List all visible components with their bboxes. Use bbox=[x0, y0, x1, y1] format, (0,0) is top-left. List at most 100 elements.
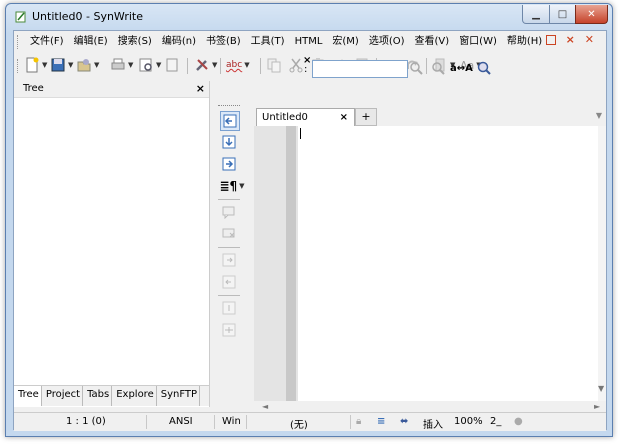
add-tab-button[interactable]: + bbox=[355, 108, 377, 126]
cut-button[interactable] bbox=[288, 56, 304, 74]
wrap-icon[interactable]: ⬌ bbox=[400, 416, 408, 427]
save-button[interactable]: ▼ bbox=[50, 56, 73, 74]
vertical-toolbar: ≣¶ ▼ bbox=[218, 105, 245, 347]
indent-left-button[interactable] bbox=[220, 111, 240, 131]
align-icon[interactable]: ≡ bbox=[377, 416, 385, 427]
find-next-button[interactable] bbox=[408, 59, 424, 77]
status-bar: 1 : 1 (0) ANSI Win (无) 🔒︎ ≡ ⬌ 插入 100% 2_… bbox=[14, 412, 606, 431]
print-preview-icon bbox=[139, 58, 152, 72]
text-caret bbox=[300, 128, 301, 139]
editor-text-area[interactable] bbox=[298, 126, 598, 401]
menu-file[interactable]: 文件(F) bbox=[25, 31, 69, 52]
status-separator bbox=[214, 415, 215, 429]
extra-status: 2_ bbox=[490, 416, 502, 427]
menu-encoding[interactable]: 编码(n) bbox=[157, 31, 201, 52]
line-down-button[interactable] bbox=[220, 299, 238, 317]
pin-icon[interactable]: ✕ bbox=[585, 34, 594, 45]
vertical-scrollbar[interactable]: ▼ bbox=[598, 126, 606, 401]
match-case-icon: a↔A bbox=[450, 62, 473, 74]
menu-window[interactable]: 窗口(W) bbox=[454, 31, 502, 52]
cursor-position: 1 : 1 (0) bbox=[66, 416, 106, 427]
copy-button[interactable] bbox=[266, 56, 282, 74]
tab-dropdown-icon[interactable]: ▼ bbox=[596, 111, 602, 120]
search-input[interactable] bbox=[312, 60, 408, 78]
tools-button[interactable]: ▼ bbox=[194, 56, 217, 74]
zoom-status[interactable]: 100% bbox=[454, 416, 483, 427]
maximize-button[interactable]: □ bbox=[549, 5, 576, 24]
tools-icon bbox=[196, 59, 208, 71]
open-button[interactable]: ▼ bbox=[76, 56, 99, 74]
print-button[interactable]: ▼ bbox=[110, 56, 133, 74]
menu-edit[interactable]: 编辑(E) bbox=[69, 31, 113, 52]
paragraph-button[interactable]: ≣¶ ▼ bbox=[219, 177, 244, 195]
minimize-button[interactable]: ▁ bbox=[522, 5, 550, 24]
indent-left-icon bbox=[223, 114, 237, 128]
main-window: Untitled0 - SynWrite ▁ □ ✕ 文件(F) 编辑(E) 搜… bbox=[5, 3, 613, 437]
match-case-button[interactable]: a↔A bbox=[450, 59, 473, 77]
editor-tab-untitled0[interactable]: Untitled0 × bbox=[256, 108, 355, 126]
tab-synftp[interactable]: SynFTP bbox=[157, 386, 201, 406]
restore-doc-icon[interactable] bbox=[545, 34, 556, 45]
spellcheck-button[interactable]: abc ▼ bbox=[226, 56, 250, 74]
menu-search[interactable]: 搜索(S) bbox=[113, 31, 157, 52]
menu-view[interactable]: 查看(V) bbox=[410, 31, 455, 52]
spellcheck-icon: abc bbox=[226, 60, 243, 70]
encoding-status[interactable]: ANSI bbox=[169, 416, 193, 427]
menu-options[interactable]: 选项(O) bbox=[364, 31, 410, 52]
line-ending-status[interactable]: Win bbox=[222, 416, 241, 427]
scroll-right-icon[interactable]: ► bbox=[594, 402, 600, 411]
doc-button[interactable] bbox=[164, 56, 180, 74]
open-icon bbox=[77, 59, 91, 72]
menu-tools[interactable]: 工具(T) bbox=[246, 31, 290, 52]
fold-margin bbox=[286, 126, 296, 401]
close-doc-icon[interactable]: × bbox=[566, 34, 575, 45]
scroll-left-icon[interactable]: ◄ bbox=[262, 402, 268, 411]
scroll-down-icon[interactable]: ▼ bbox=[598, 384, 604, 393]
tab-project[interactable]: Project bbox=[42, 386, 84, 406]
menu-bar: 文件(F) 编辑(E) 搜索(S) 编码(n) 书签(B) 工具(T) HTML… bbox=[14, 31, 606, 52]
readonly-lock-icon[interactable]: 🔒︎ bbox=[356, 416, 361, 427]
search-options-icon bbox=[477, 61, 491, 75]
vbar-separator bbox=[218, 295, 240, 296]
line-right-button[interactable] bbox=[220, 251, 238, 269]
vbar-grip bbox=[218, 105, 240, 107]
title-bar[interactable]: Untitled0 - SynWrite ▁ □ ✕ bbox=[6, 4, 612, 30]
search-options-button[interactable] bbox=[476, 59, 492, 77]
find-prev-button[interactable] bbox=[430, 59, 446, 77]
move-down-icon bbox=[222, 135, 236, 149]
menu-macros[interactable]: 宏(M) bbox=[327, 31, 363, 52]
save-icon bbox=[51, 58, 65, 72]
indent-right-button[interactable] bbox=[220, 155, 238, 173]
menu-html[interactable]: HTML bbox=[290, 31, 328, 52]
status-separator bbox=[146, 415, 147, 429]
menu-bookmarks[interactable]: 书签(B) bbox=[201, 31, 246, 52]
editor-tab-close-icon[interactable]: × bbox=[340, 109, 348, 126]
tree-panel-close-icon[interactable]: × bbox=[196, 81, 205, 97]
line-left-icon bbox=[222, 275, 236, 289]
syntax-status[interactable]: (无) bbox=[290, 416, 308, 431]
line-left-button[interactable] bbox=[220, 273, 238, 291]
tree-panel: Tree × bbox=[14, 81, 210, 407]
tab-tree[interactable]: Tree bbox=[14, 386, 42, 406]
print-icon bbox=[111, 58, 125, 70]
close-button[interactable]: ✕ bbox=[575, 5, 608, 24]
tree-panel-tabs: Tree Project Tabs Explore SynFTP bbox=[14, 385, 209, 406]
new-file-button[interactable]: ▼ bbox=[24, 56, 47, 74]
comment-icon bbox=[222, 206, 235, 219]
app-icon bbox=[15, 11, 26, 23]
tab-tabs[interactable]: Tabs bbox=[83, 386, 113, 406]
comment-button[interactable] bbox=[220, 203, 238, 221]
uncomment-icon bbox=[222, 228, 235, 238]
line-up-button[interactable] bbox=[220, 321, 238, 339]
uncomment-button[interactable] bbox=[220, 225, 238, 243]
move-down-button[interactable] bbox=[220, 133, 238, 151]
status-separator bbox=[246, 415, 247, 429]
tab-explore[interactable]: Explore bbox=[112, 386, 157, 406]
find-next-icon bbox=[410, 62, 423, 75]
insert-mode-status[interactable]: 插入 bbox=[423, 416, 443, 431]
toolbar-separator bbox=[187, 58, 188, 74]
tree-panel-title: Tree bbox=[23, 83, 44, 94]
menu-help[interactable]: 帮助(H) bbox=[502, 31, 547, 52]
print-preview-button[interactable]: ▼ bbox=[138, 56, 161, 74]
editor-tab-label: Untitled0 bbox=[262, 112, 308, 123]
